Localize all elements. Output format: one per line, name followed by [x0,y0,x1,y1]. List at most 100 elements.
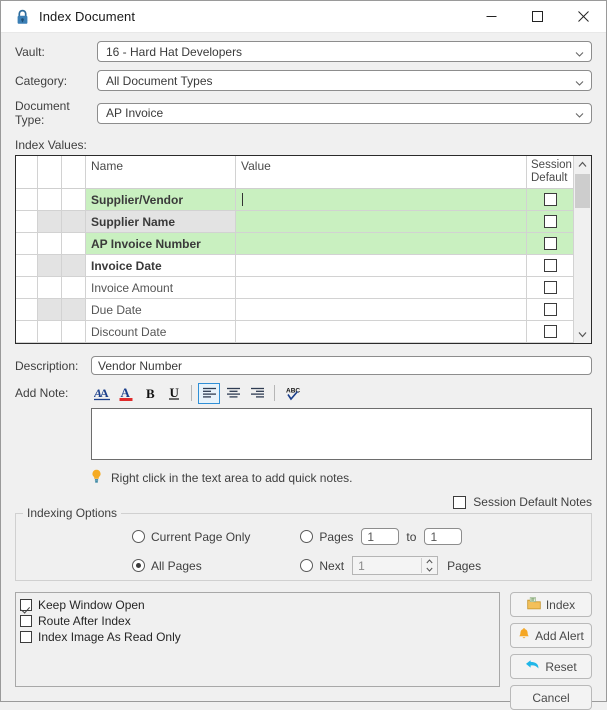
stepper-down-icon[interactable] [422,566,436,574]
row-value-cell[interactable] [236,211,527,233]
grid-header-selector [16,156,38,189]
row-selector-cell[interactable] [16,189,38,211]
row-session-default-cell[interactable] [527,255,573,277]
index-button[interactable]: Index [510,592,592,617]
reset-button[interactable]: Reset [510,654,592,679]
grid-header-name[interactable]: Name [86,156,236,189]
row-selector-cell[interactable] [16,299,38,321]
scroll-down-icon[interactable] [574,326,591,343]
session-default-checkbox[interactable] [543,237,557,250]
row-value-cell[interactable] [236,299,527,321]
current-page-only-option[interactable]: Current Page Only [132,528,250,545]
pages-from-input[interactable]: 1 [361,528,400,545]
row-session-default-cell[interactable] [527,233,573,255]
vault-label: Vault: [15,44,45,59]
option-checkbox-row[interactable]: Index Image As Read Only [20,629,495,645]
stepper-up-icon[interactable] [422,558,436,566]
session-default-checkbox[interactable] [543,259,557,272]
session-default-checkbox[interactable] [543,215,557,228]
vault-combobox[interactable]: 16 - Hard Hat Developers [97,41,592,62]
row-name-label: Invoice Amount [91,280,174,295]
option-checkbox[interactable] [20,631,32,643]
row-value-cell[interactable] [236,277,527,299]
row-session-default-cell[interactable] [527,211,573,233]
index-values-label: Index Values: [15,138,87,152]
row-name-cell: Invoice Amount [86,277,236,299]
pages-range-option[interactable]: Pages 1 to 1 [300,528,481,545]
bottom-section: Keep Window Open Route After Index Index I… [15,592,592,710]
bold-icon[interactable]: B [139,383,161,404]
session-default-checkbox[interactable] [543,325,557,338]
note-textarea[interactable] [91,408,592,460]
option-checkbox[interactable] [20,599,32,611]
row-value-cell[interactable] [236,233,527,255]
document-type-combobox[interactable]: AP Invoice [97,102,592,124]
row-value-cell[interactable] [236,255,527,277]
option-checkbox-label: Route After Index [38,614,131,628]
minimize-button[interactable] [468,1,514,33]
category-combobox[interactable]: All Document Types [97,70,592,91]
option-checkbox-row[interactable]: Route After Index [20,613,495,629]
next-pages-option[interactable]: Next 1 Pages [300,556,481,575]
grid-header-session-default[interactable]: Session Default [527,156,573,189]
row-indicator-cell-b [62,255,86,277]
current-page-only-radio[interactable] [132,530,145,543]
row-selector-cell[interactable] [16,321,38,343]
row-selector-cell[interactable] [16,233,38,255]
underline-icon[interactable]: U [163,383,185,404]
maximize-button[interactable] [514,1,560,33]
all-pages-radio[interactable] [132,559,145,572]
bell-icon [518,627,530,644]
align-left-icon[interactable] [198,382,220,404]
all-pages-label: All Pages [151,558,202,573]
row-session-default-cell[interactable] [527,189,573,211]
pages-radio[interactable] [300,530,314,543]
stepper-arrows[interactable] [421,558,437,574]
row-selector-cell[interactable] [16,211,38,233]
row-value-cell[interactable] [236,321,527,343]
option-checkbox-row[interactable]: Keep Window Open [20,597,495,613]
table-row[interactable]: Invoice Date [16,255,573,277]
row-session-default-cell[interactable] [527,321,573,343]
svg-text:U: U [169,385,179,400]
session-default-checkbox[interactable] [543,303,557,316]
scrollbar-thumb[interactable] [575,174,590,208]
grid-header-col-b [62,156,86,189]
close-button[interactable] [560,1,606,33]
spell-check-icon[interactable]: ABC [281,383,303,404]
description-input[interactable]: Vendor Number [91,356,592,375]
session-default-checkbox[interactable] [543,281,557,294]
cancel-button[interactable]: Cancel [510,685,592,710]
align-right-icon[interactable] [246,383,268,404]
scroll-up-icon[interactable] [574,156,591,173]
pages-to-input[interactable]: 1 [424,528,463,545]
option-checkbox-label: Index Image As Read Only [38,630,181,644]
session-default-notes-checkbox[interactable] [453,495,467,509]
table-row[interactable]: Due Date [16,299,573,321]
pages-to-label: to [406,529,417,544]
row-value-cell[interactable] [236,189,527,211]
grid-vertical-scrollbar[interactable] [573,156,591,343]
table-row[interactable]: Discount Date [16,321,573,343]
row-session-default-cell[interactable] [527,299,573,321]
next-radio[interactable] [300,559,314,572]
grid-header-value[interactable]: Value [236,156,527,189]
all-pages-option[interactable]: All Pages [132,557,250,574]
table-row[interactable]: Invoice Amount [16,277,573,299]
font-style-icon[interactable]: A A [91,383,113,404]
font-color-icon[interactable]: A [115,383,137,404]
table-row[interactable]: Supplier/Vendor [16,189,573,211]
row-selector-cell[interactable] [16,277,38,299]
row-selector-cell[interactable] [16,255,38,277]
chevron-down-icon [575,47,584,57]
row-indicator-cell-a [38,211,62,233]
option-checkbox[interactable] [20,615,32,627]
add-alert-button[interactable]: Add Alert [510,623,592,648]
table-row[interactable]: AP Invoice Number [16,233,573,255]
row-name-label: Discount Date [91,324,167,339]
row-session-default-cell[interactable] [527,277,573,299]
align-center-icon[interactable] [222,383,244,404]
next-count-stepper[interactable]: 1 [352,556,439,575]
session-default-checkbox[interactable] [543,193,557,206]
table-row[interactable]: Supplier Name [16,211,573,233]
